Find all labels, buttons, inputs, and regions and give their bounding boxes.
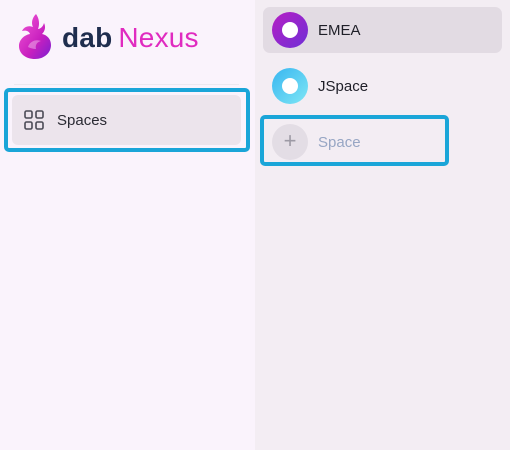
phoenix-logo-icon [19,14,51,59]
sidebar-item-spaces[interactable]: Spaces [12,95,241,145]
grid-icon [24,110,44,130]
space-item-jspace[interactable]: JSpace [263,63,502,109]
space-item-label: JSpace [318,77,369,95]
space-avatar-icon [272,12,308,48]
brand-name: dab Nexus [62,23,199,53]
space-avatar-icon [272,68,308,104]
brand-name-dab: dab [62,22,113,53]
app-window: dab Nexus Spaces EMEA JSpace + Space [0,0,510,450]
add-space-button[interactable]: + Space [263,119,443,165]
space-item-label: EMEA [318,21,361,39]
spaces-panel: EMEA JSpace + Space [255,0,510,450]
plus-icon: + [272,124,308,160]
sidebar: dab Nexus Spaces [0,0,255,450]
brand-logo[interactable]: dab Nexus [16,10,199,62]
brand-name-nexus: Nexus [118,22,199,53]
sidebar-item-label: Spaces [57,111,108,129]
add-space-label: Space [318,133,361,151]
space-item-emea[interactable]: EMEA [263,7,502,53]
sidebar-divider [14,84,239,85]
